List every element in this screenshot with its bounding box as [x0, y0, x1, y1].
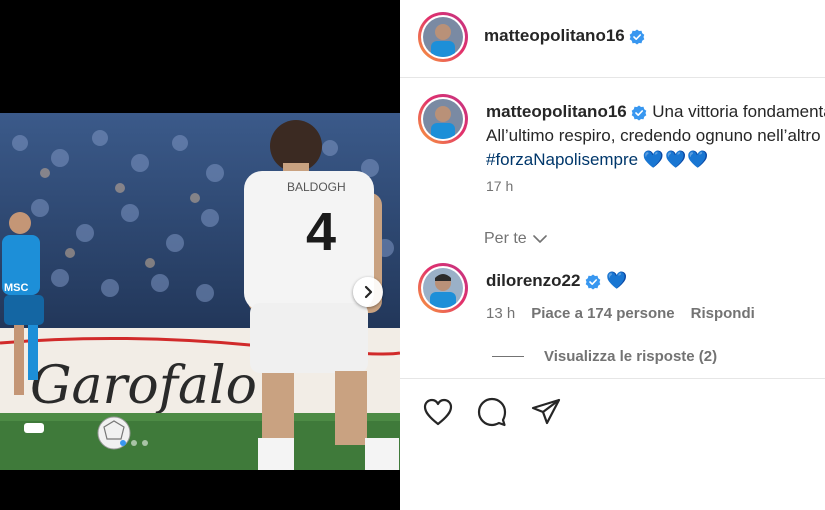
- comment-button[interactable]: [476, 396, 508, 428]
- billboard-text: Garofalo: [30, 356, 257, 416]
- post-caption: matteopolitano16 Una vittoria fondament a…: [418, 94, 825, 204]
- send-icon: [531, 398, 561, 425]
- comment-meta: 13 h Piace a 174 persone Rispondi: [486, 305, 755, 322]
- comment-likes[interactable]: Piace a 174 persone: [531, 305, 674, 322]
- caption-line-1: Una vittoria fondamentale: [652, 102, 825, 121]
- caption-line-2: All’ultimo respiro, credendo ognuno nell…: [486, 126, 821, 145]
- post-time[interactable]: 17 h: [486, 178, 513, 194]
- next-photo-button[interactable]: [353, 277, 383, 307]
- caption-hearts: 💙💙💙: [642, 150, 710, 169]
- post-header: matteopolitano16: [418, 12, 825, 64]
- post-actions: [422, 396, 562, 428]
- username-text[interactable]: matteopolitano16: [484, 26, 625, 45]
- reply-button[interactable]: Rispondi: [691, 305, 755, 322]
- verified-badge-icon: [630, 29, 645, 45]
- like-button[interactable]: [422, 396, 454, 428]
- caption-author-avatar[interactable]: [418, 94, 468, 144]
- view-replies-button[interactable]: Visualizza le risposte (2): [492, 348, 717, 365]
- replies-line: [492, 356, 524, 357]
- caption-username[interactable]: matteopolitano16: [486, 102, 627, 121]
- author-avatar[interactable]: [418, 12, 468, 62]
- commenter-avatar[interactable]: [418, 263, 468, 313]
- caption-text: matteopolitano16 Una vittoria fondament a…: [486, 100, 825, 172]
- post-photo: Garofalo MSC BALDOGH 4: [0, 113, 400, 470]
- carousel-dot: [131, 440, 137, 446]
- comment-icon: [477, 397, 507, 427]
- post-panel: matteopolitano16 matteopolitano16 Una vi…: [400, 0, 825, 510]
- caption-hashtag[interactable]: #forzaNapolisempre: [486, 150, 638, 169]
- shirt-number: 4: [306, 202, 336, 262]
- shirt-name: BALDOGH: [287, 180, 346, 194]
- commenter-username[interactable]: dilorenzo22: [486, 271, 580, 290]
- actions-divider: [400, 378, 825, 379]
- sort-label: Per te: [484, 230, 527, 247]
- carousel-dot: [120, 440, 126, 446]
- post-media: Garofalo MSC BALDOGH 4: [0, 0, 400, 510]
- view-replies-label: Visualizza le risposte (2): [544, 348, 718, 365]
- verified-badge-icon: [585, 274, 601, 290]
- comment: dilorenzo22 💙 13 h Piace a 174 persone R…: [418, 263, 825, 333]
- comment-body: 💙: [605, 271, 629, 290]
- heart-icon: [423, 398, 453, 426]
- chevron-right-icon: [364, 285, 373, 299]
- share-button[interactable]: [530, 396, 562, 428]
- carousel-dots: [120, 440, 148, 446]
- comment-text: dilorenzo22 💙: [486, 271, 628, 291]
- chevron-down-icon: [532, 235, 547, 243]
- post-author-username[interactable]: matteopolitano16: [484, 26, 645, 46]
- comment-sort-dropdown[interactable]: Per te: [484, 230, 547, 248]
- carousel-dot: [142, 440, 148, 446]
- verified-badge-icon: [632, 105, 647, 121]
- header-divider: [400, 77, 825, 78]
- comment-time[interactable]: 13 h: [486, 305, 515, 322]
- svg-text:MSC: MSC: [4, 282, 29, 294]
